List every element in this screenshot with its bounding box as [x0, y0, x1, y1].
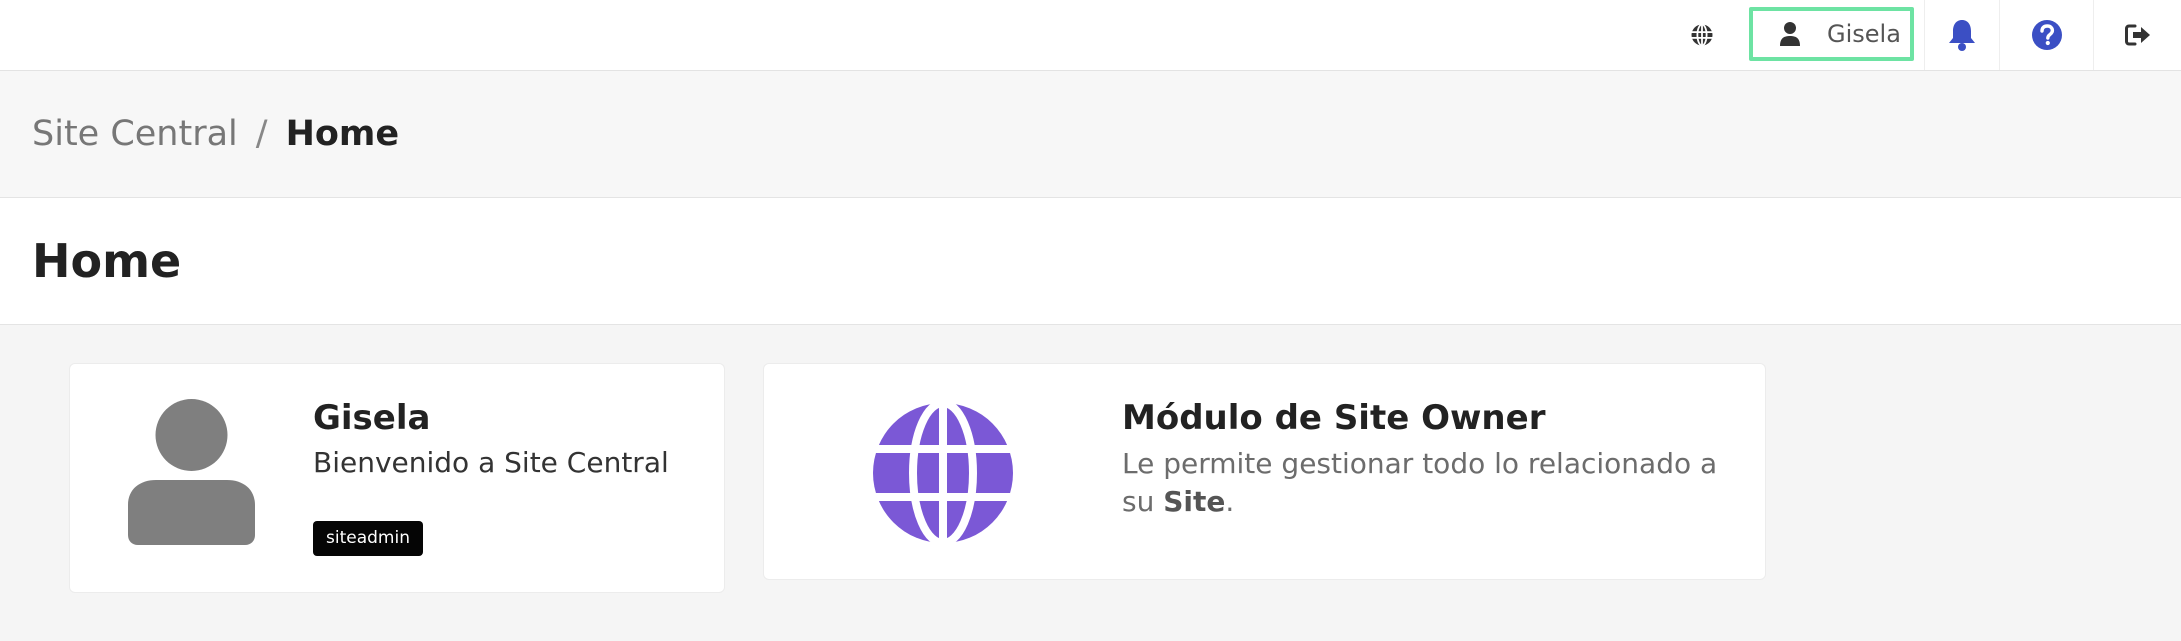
breadcrumb: Site Central / Home	[0, 71, 2181, 198]
globe-icon	[872, 402, 1014, 544]
user-name: Gisela	[313, 398, 431, 438]
module-title: Módulo de Site Owner	[1122, 398, 1546, 438]
breadcrumb-current: Home	[285, 114, 400, 154]
user-menu-button[interactable]: Gisela	[1749, 7, 1914, 61]
page-title: Home	[32, 234, 182, 288]
page-header: Home	[0, 198, 2181, 325]
user-icon	[1780, 22, 1800, 46]
role-badge: siteadmin	[313, 521, 423, 556]
user-avatar-icon	[128, 399, 255, 545]
site-owner-module-card[interactable]: Módulo de Site Owner Le permite gestiona…	[763, 363, 1766, 580]
top-navbar: Gisela	[0, 0, 2181, 71]
welcome-message: Bienvenido a Site Central	[313, 446, 669, 479]
breadcrumb-separator: /	[255, 114, 268, 154]
help-button[interactable]	[2000, 0, 2094, 70]
module-description: Le permite gestionar todo lo relacionado…	[1122, 445, 1742, 521]
question-circle-icon	[2031, 20, 2062, 50]
bell-icon	[1949, 20, 1975, 51]
logout-button[interactable]	[2094, 0, 2181, 70]
notifications-button[interactable]	[1924, 0, 2000, 70]
module-description-strong: Site	[1163, 485, 1226, 518]
breadcrumb-root-link[interactable]: Site Central	[32, 114, 238, 154]
user-welcome-card: Gisela Bienvenido a Site Central siteadm…	[69, 363, 725, 593]
language-button[interactable]	[1674, 0, 1730, 70]
globe-icon	[1691, 23, 1713, 47]
user-menu-name: Gisela	[1827, 20, 1901, 48]
module-description-end: .	[1225, 485, 1235, 518]
sign-out-icon	[2124, 24, 2150, 46]
